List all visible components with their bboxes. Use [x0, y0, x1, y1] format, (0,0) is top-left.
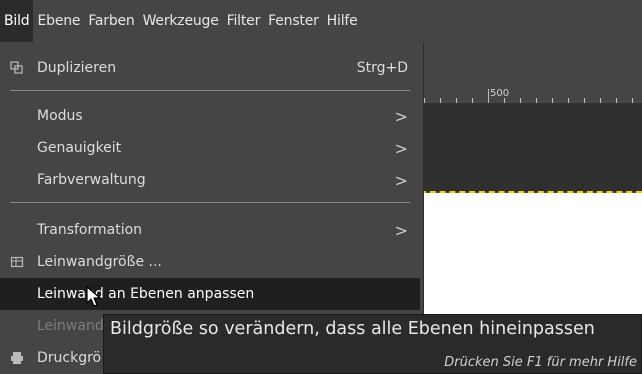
ruler-tick — [456, 98, 457, 103]
ruler-tick — [504, 98, 505, 103]
ruler-tick — [440, 98, 441, 103]
menu-bar: Bild Ebene Farben Werkzeuge Filter Fenst… — [0, 0, 642, 42]
submenu-arrow-icon: > — [394, 220, 408, 240]
tool-options-strip — [420, 42, 642, 88]
menu-item-label: Leinwand — [37, 318, 104, 334]
ruler-tick — [616, 98, 617, 103]
tooltip-text: Bildgröße so verändern, dass alle Ebenen… — [110, 319, 595, 339]
menu-item-color-management[interactable]: Farbverwaltung > — [0, 164, 420, 196]
submenu-arrow-icon: > — [394, 138, 408, 158]
menu-item-label: Transformation — [37, 222, 143, 238]
menu-bild[interactable]: Bild — [0, 0, 34, 42]
menu-item-label: Leinwandgröße ... — [37, 254, 162, 270]
menu-item-label: Modus — [37, 108, 83, 124]
ruler-tick — [552, 98, 553, 103]
ruler-tick — [520, 98, 521, 103]
ruler-tick — [584, 98, 585, 103]
menu-item-canvas-size[interactable]: Leinwandgröße ... — [0, 246, 420, 278]
duplicate-icon — [10, 61, 24, 75]
menu-item-duplicate[interactable]: Duplizieren Strg+D — [0, 52, 420, 84]
tooltip: Bildgröße so verändern, dass alle Ebenen… — [103, 314, 642, 374]
ruler-tick — [424, 98, 425, 103]
menu-item-transform[interactable]: Transformation > — [0, 214, 420, 246]
menu-fenster[interactable]: Fenster — [264, 0, 323, 42]
menu-item-label: Leinwand an Ebenen anpassen — [37, 286, 255, 302]
ruler-tick — [600, 98, 601, 103]
menu-item-label: Druckgrö — [37, 350, 102, 366]
menu-item-mode[interactable]: Modus > — [0, 100, 420, 132]
canvas-padding-area — [420, 104, 642, 192]
menu-farben[interactable]: Farben — [84, 0, 138, 42]
submenu-arrow-icon: > — [394, 170, 408, 190]
ruler-tick — [568, 98, 569, 103]
menu-hilfe[interactable]: Hilfe — [323, 0, 362, 42]
mouse-pointer-icon — [86, 286, 101, 307]
menu-item-precision[interactable]: Genauigkeit > — [0, 132, 420, 164]
ruler-tick — [488, 89, 489, 103]
ruler-tick — [536, 98, 537, 103]
submenu-arrow-icon: > — [394, 106, 408, 126]
canvas-size-icon — [10, 255, 24, 269]
menu-separator — [10, 202, 410, 203]
menu-ebene[interactable]: Ebene — [33, 0, 84, 42]
menu-item-fit-canvas-to-layers[interactable]: Leinwand an Ebenen anpassen — [0, 278, 420, 310]
menu-item-label: Farbverwaltung — [37, 172, 146, 188]
ruler-tick — [472, 98, 473, 103]
menu-separator — [10, 90, 410, 91]
shortcut-label: Strg+D — [356, 60, 408, 76]
ruler-label: 500 — [490, 88, 510, 99]
menu-item-label: Genauigkeit — [37, 140, 122, 156]
ruler-tick — [632, 98, 633, 103]
menu-filter[interactable]: Filter — [223, 0, 264, 42]
horizontal-ruler[interactable]: 500 — [420, 88, 642, 104]
menu-item-label: Duplizieren — [37, 60, 117, 76]
menu-werkzeuge[interactable]: Werkzeuge — [139, 0, 223, 42]
tooltip-hint: Drücken Sie F1 für mehr Hilfe — [444, 355, 637, 370]
print-icon — [10, 351, 24, 365]
